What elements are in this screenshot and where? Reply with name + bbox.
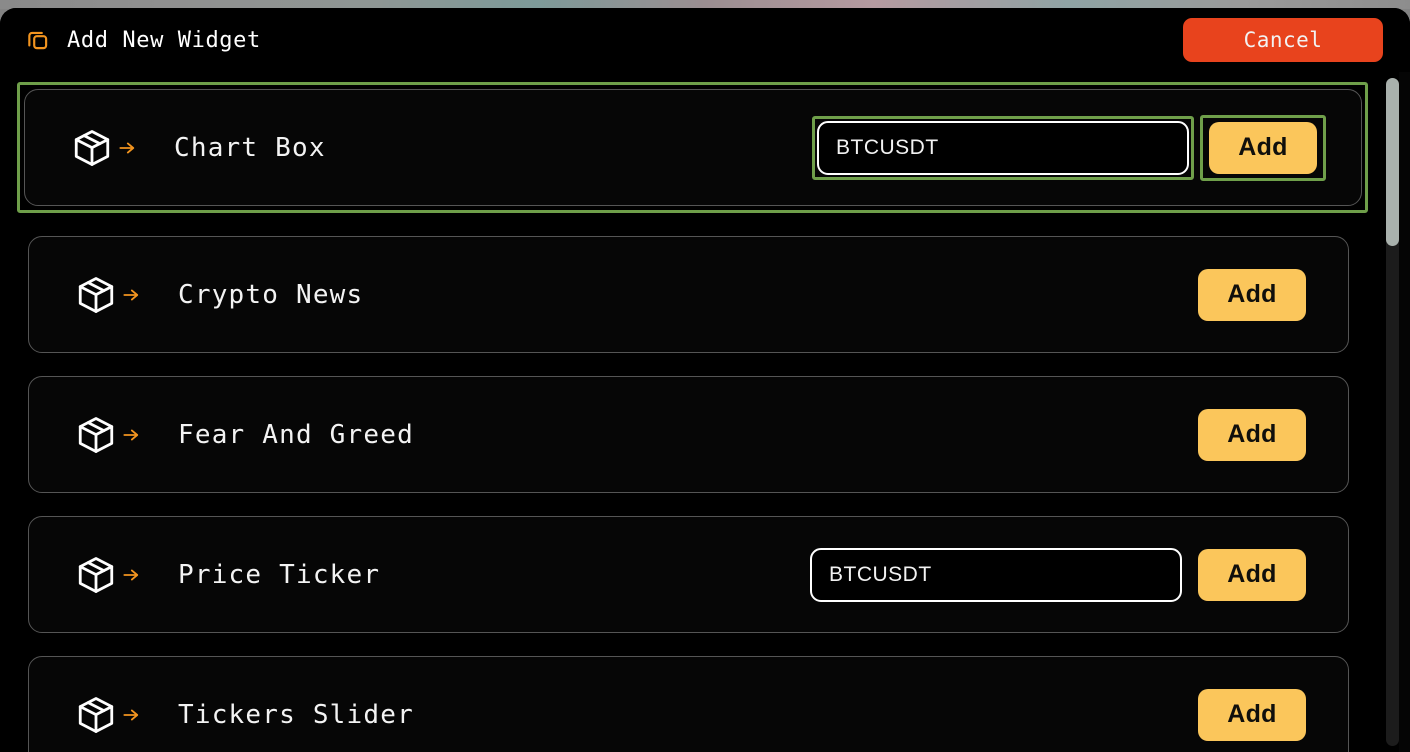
package-box-icon bbox=[75, 414, 117, 456]
package-box-icon bbox=[75, 694, 117, 736]
add-button-crypto-news[interactable]: Add bbox=[1198, 268, 1306, 321]
widget-icon-group bbox=[75, 414, 141, 456]
row-gap bbox=[0, 213, 1380, 236]
row-gap bbox=[0, 493, 1380, 516]
add-button-price-ticker[interactable]: Add bbox=[1198, 548, 1306, 601]
scrollbar-thumb[interactable] bbox=[1386, 78, 1399, 246]
symbol-input-highlight bbox=[812, 115, 1194, 180]
add-button-tickers-slider[interactable]: Add bbox=[1198, 688, 1306, 741]
widget-row-chart-box[interactable]: Chart Box Add bbox=[24, 89, 1362, 206]
add-widget-window: Add New Widget Cancel Chart Box BTCUSDT … bbox=[0, 8, 1410, 752]
arrow-right-icon bbox=[121, 425, 141, 445]
arrow-right-icon bbox=[121, 565, 141, 585]
window-header: Add New Widget Cancel bbox=[0, 8, 1410, 72]
package-box-icon bbox=[71, 127, 113, 169]
arrow-right-icon bbox=[117, 138, 137, 158]
widget-list: Chart Box Add bbox=[0, 72, 1380, 752]
arrow-right-icon bbox=[121, 285, 141, 305]
widget-icon-group bbox=[75, 554, 141, 596]
package-box-icon bbox=[75, 274, 117, 316]
add-button-chart-box[interactable]: Add bbox=[1209, 121, 1317, 174]
widget-name-label: Chart Box bbox=[174, 132, 326, 163]
widget-row-fear-and-greed[interactable]: Fear And Greed Add bbox=[28, 376, 1349, 493]
add-button-highlight: Add bbox=[1200, 114, 1326, 181]
widget-row-tickers-slider[interactable]: Tickers Slider Add bbox=[28, 656, 1349, 752]
highlighted-widget-frame: Chart Box Add bbox=[17, 82, 1368, 213]
cancel-button[interactable]: Cancel bbox=[1183, 18, 1383, 62]
widget-name-label: Price Ticker bbox=[178, 559, 381, 590]
widget-name-label: Tickers Slider bbox=[178, 699, 414, 730]
scrollbar-track[interactable] bbox=[1386, 78, 1399, 746]
widget-row-crypto-news[interactable]: Crypto News Add bbox=[28, 236, 1349, 353]
symbol-input-wrap bbox=[810, 547, 1182, 602]
widget-name-label: Crypto News bbox=[178, 279, 364, 310]
header-left-group: Add New Widget bbox=[22, 27, 1183, 53]
copy-widget-icon bbox=[22, 27, 51, 53]
widget-icon-group bbox=[71, 127, 137, 169]
add-button-fear-and-greed[interactable]: Add bbox=[1198, 408, 1306, 461]
widget-row-price-ticker[interactable]: Price Ticker Add bbox=[28, 516, 1349, 633]
package-box-icon bbox=[75, 554, 117, 596]
row-gap bbox=[0, 633, 1380, 656]
row-gap bbox=[0, 353, 1380, 376]
widget-icon-group bbox=[75, 274, 141, 316]
symbol-input-chart-box[interactable] bbox=[817, 120, 1189, 175]
arrow-right-icon bbox=[121, 705, 141, 725]
symbol-input-price-ticker[interactable] bbox=[810, 547, 1182, 602]
page-title: Add New Widget bbox=[67, 27, 261, 53]
widget-list-scroll-area[interactable]: Chart Box Add bbox=[0, 72, 1410, 752]
scroll-gutter bbox=[1399, 72, 1410, 752]
widget-name-label: Fear And Greed bbox=[178, 419, 414, 450]
widget-icon-group bbox=[75, 694, 141, 736]
